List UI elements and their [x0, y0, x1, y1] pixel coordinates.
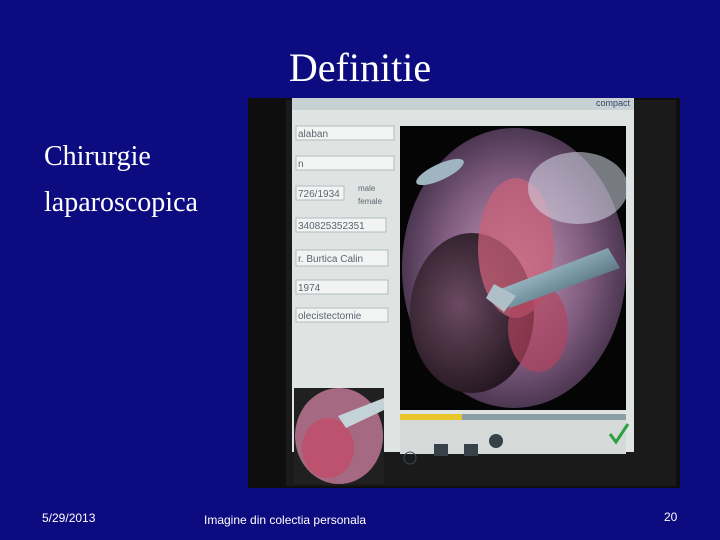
form-field-2: n	[298, 159, 304, 170]
camera-icon	[434, 444, 448, 456]
monitor-photo-illustration: compact alaban n 726/1934 male female 34…	[248, 98, 680, 488]
form-field-6: 1974	[298, 283, 321, 294]
form-field-1: alaban	[298, 129, 328, 140]
laparoscopic-monitor-photo: compact alaban n 726/1934 male female 34…	[248, 98, 680, 488]
form-field-4: 340825352351	[298, 221, 365, 232]
page-number: 20	[664, 510, 678, 524]
sex-option-male: male	[358, 184, 376, 193]
progress-fill	[400, 414, 462, 420]
monitor-header	[292, 98, 634, 110]
body-line-2: laparoscopica	[44, 187, 198, 218]
form-field-3: 726/1934	[298, 189, 340, 200]
slide-title: Definitie	[288, 45, 432, 90]
body-line-1: Chirurgie	[44, 141, 151, 172]
form-field-7: olecistectomie	[298, 311, 362, 322]
slide-body: Chirurgie laparoscopica	[44, 134, 198, 226]
white-membrane	[528, 152, 628, 224]
form-field-5: r. Burtica Calin	[298, 254, 363, 265]
monitor-brand: compact	[596, 98, 631, 108]
record-icon	[464, 444, 478, 456]
slide-date: 5/29/2013	[42, 511, 96, 525]
head-icon	[489, 434, 503, 448]
sex-option-female: female	[358, 197, 383, 206]
photo-caption: Imagine din colectia personala	[204, 513, 367, 527]
